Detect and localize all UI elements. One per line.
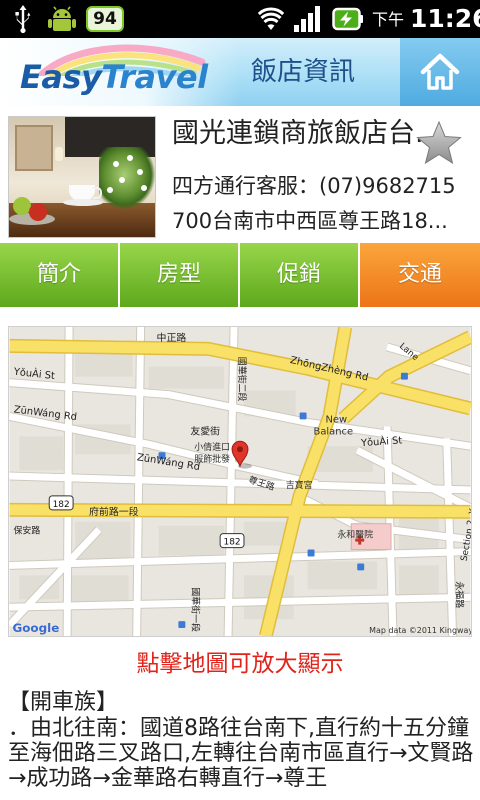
directions-text: ．由北往南：國道8路往台南下,直行約十五分鐘至海佃路三叉路口,左轉往台南市區直行… — [8, 716, 474, 791]
map-label-poi-shop-1: 小倩進口 — [194, 441, 230, 453]
hotel-phone[interactable]: 四方通行客服：(07)9682715 — [172, 172, 472, 200]
map-label-guohua-1: 國華街一段 — [189, 587, 201, 632]
map-label-fuqian-zh: 府前路一段 — [89, 505, 139, 518]
map-block — [307, 561, 378, 590]
map-canvas: 中正路ZhōngZhèng RdYǒuÀi StYǒuÀi StZūnWáng … — [9, 327, 471, 636]
tab-intro[interactable]: 簡介 — [0, 243, 118, 307]
map-poi-icon — [299, 412, 307, 420]
map-poi-icon — [357, 563, 365, 571]
map-label-baoan-zh: 保安路 — [13, 525, 40, 537]
battery-level-badge: 94 — [86, 6, 124, 32]
map-block — [148, 366, 225, 389]
status-bar: 94 下午 11:26 — [0, 0, 480, 38]
map-street — [133, 327, 145, 636]
map-label-poi-temple: 吉寶宮 — [286, 479, 313, 491]
map-poi-icon — [400, 372, 408, 380]
map-poi-icon — [178, 621, 186, 629]
status-ampm: 下午 — [372, 10, 405, 29]
android-icon — [48, 6, 76, 31]
map-block — [75, 352, 133, 377]
hotel-photo — [8, 116, 156, 238]
map-block — [69, 575, 129, 602]
home-icon — [420, 53, 460, 90]
logo-easy: Easy — [20, 58, 102, 96]
map-label-poi-newbalance-2: Balance — [314, 426, 354, 437]
map-label-guohua-2: 國華街二段 — [236, 357, 248, 402]
map-label-zhongzheng-zh: 中正路 — [157, 331, 187, 344]
map-marker-dot — [237, 446, 243, 453]
signal-icon — [294, 6, 320, 32]
map-label-route-182-b: 182 — [224, 538, 241, 548]
home-button[interactable] — [400, 38, 480, 106]
app-logo: EasyTravel — [20, 60, 208, 94]
map-label-google-logo: Google — [12, 621, 59, 635]
map-label-poi-hospital: 永和醫院 — [337, 529, 373, 541]
map-label-yongfu-zh: 永福路 — [454, 581, 466, 608]
directions-heading: 【開車族】 — [8, 690, 119, 715]
map-poi-icon — [307, 549, 315, 557]
page-title: 飯店資訊 — [251, 57, 356, 87]
wifi-icon — [258, 7, 284, 30]
tab-rooms[interactable]: 房型 — [120, 243, 238, 307]
hotel-address: 700台南市中西區尊王路18... — [172, 209, 448, 233]
map-street — [63, 327, 73, 636]
usb-icon — [15, 5, 31, 34]
map-block — [19, 436, 64, 471]
map-hint: 點擊地圖可放大顯示 — [136, 651, 344, 677]
status-clock: 11:26 — [410, 4, 480, 33]
logo-travel: Travel — [101, 58, 208, 96]
map-block — [158, 525, 225, 556]
tab-promotions[interactable]: 促銷 — [240, 243, 358, 307]
map-main-road — [9, 504, 471, 518]
star-icon[interactable] — [416, 120, 462, 166]
tab-transport[interactable]: 交通 — [360, 243, 480, 307]
location-map[interactable]: 中正路 ZhōngZhèng Rd YǒuÀi St YǒuÀi St ZūnWáng … — [8, 326, 472, 637]
directions-section: 【開車族】 ．由北往南：國道8路往台南下,直行約十五分鐘至海佃路三叉路口,左轉往… — [8, 690, 474, 800]
map-label-poi-shop-2: 服飾批發 — [194, 453, 230, 465]
map-label-attribution: Map data ©2011 Kingway — [369, 626, 471, 635]
map-label-route-182-a: 182 — [53, 500, 70, 510]
map-label-youai-zh: 友愛街 — [190, 424, 220, 437]
map-label-poi-newbalance-1: New — [325, 414, 347, 425]
battery-charging-icon — [332, 7, 363, 31]
